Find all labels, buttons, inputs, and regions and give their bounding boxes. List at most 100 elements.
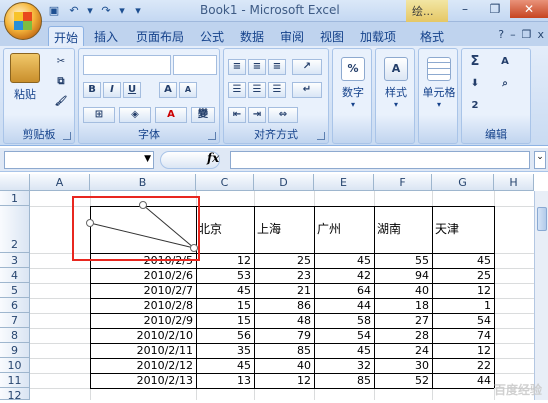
tab-page-layout[interactable]: 页面布局 [130,26,190,46]
value-cell[interactable]: 12 [432,343,494,358]
borders-button[interactable]: ⊞ [83,107,115,123]
clear-button[interactable]: 2 [466,99,484,115]
tab-review[interactable]: 审阅 [276,26,308,46]
row-header-7[interactable]: 7 [0,313,30,328]
autosum-button[interactable]: Σ [466,55,484,71]
cells-button[interactable]: 单元格 ▾ [419,57,459,109]
value-cell[interactable]: 13 [196,373,254,388]
phonetic-button[interactable]: 變 [191,107,215,123]
row-header-8[interactable]: 8 [0,328,30,343]
value-cell[interactable]: 35 [196,343,254,358]
redo-icon[interactable]: ↷ [98,3,114,18]
header-cell-shanghai[interactable]: 上海 [257,222,281,237]
value-cell[interactable]: 32 [314,358,374,373]
date-cell[interactable]: 2010/2/9 [90,313,196,328]
value-cell[interactable]: 40 [254,358,314,373]
col-header-h[interactable]: H [494,174,534,191]
font-name-select[interactable] [83,55,171,75]
styles-button[interactable]: A 样式 ▾ [379,57,413,109]
col-header-a[interactable]: A [30,174,90,191]
vertical-scrollbar[interactable] [534,191,548,400]
align-left-button[interactable]: ☰ [228,82,246,98]
value-cell[interactable]: 45 [196,358,254,373]
value-cell[interactable]: 52 [374,373,432,388]
ribbon-close-button[interactable]: x [537,28,544,41]
orientation-button[interactable]: ↗ [292,59,322,75]
align-bottom-button[interactable]: ≡ [268,59,286,75]
value-cell[interactable]: 23 [254,268,314,283]
minimize-button[interactable]: – [450,0,480,18]
undo-dropdown-icon[interactable]: ▾ [86,3,94,18]
value-cell[interactable]: 25 [254,253,314,268]
undo-icon[interactable]: ↶ [66,3,82,18]
date-cell[interactable]: 2010/2/12 [90,358,196,373]
col-header-b[interactable]: B [90,174,196,191]
insert-function-icon[interactable]: fx [207,151,219,165]
value-cell[interactable]: 44 [432,373,494,388]
scrollbar-thumb[interactable] [537,207,547,231]
header-cell-hunan[interactable]: 湖南 [377,222,401,237]
value-cell[interactable]: 42 [314,268,374,283]
value-cell[interactable]: 15 [196,313,254,328]
value-cell[interactable]: 18 [374,298,432,313]
ribbon-restore-button[interactable]: ❐ [522,28,532,41]
fill-button[interactable]: ⬇ [466,77,484,93]
name-box[interactable]: ▼ [4,151,154,169]
number-format-button[interactable]: % 数字 ▾ [336,57,370,109]
value-cell[interactable]: 27 [374,313,432,328]
align-middle-button[interactable]: ≡ [248,59,266,75]
date-cell[interactable]: 2010/2/10 [90,328,196,343]
value-cell[interactable]: 45 [314,253,374,268]
row-header-11[interactable]: 11 [0,373,30,388]
value-cell[interactable]: 12 [196,253,254,268]
value-cell[interactable]: 86 [254,298,314,313]
value-cell[interactable]: 24 [374,343,432,358]
drawing-tools-context-tab[interactable]: 绘... [406,0,448,22]
value-cell[interactable]: 45 [432,253,494,268]
value-cell[interactable]: 45 [196,283,254,298]
date-cell[interactable]: 2010/2/13 [90,373,196,388]
underline-button[interactable]: U [123,82,141,98]
value-cell[interactable]: 58 [314,313,374,328]
decrease-indent-button[interactable]: ⇤ [228,107,246,123]
customize-qat-icon[interactable]: ▾ [130,3,146,18]
value-cell[interactable]: 22 [432,358,494,373]
row-header-1[interactable]: 1 [0,191,30,206]
alignment-launcher-icon[interactable] [317,132,325,140]
formula-input[interactable] [230,151,530,169]
col-header-c[interactable]: C [196,174,254,191]
grow-font-button[interactable]: A [159,82,177,98]
date-cell[interactable]: 2010/2/7 [90,283,196,298]
font-launcher-icon[interactable] [208,132,216,140]
increase-indent-button[interactable]: ⇥ [248,107,266,123]
value-cell[interactable]: 48 [254,313,314,328]
bold-button[interactable]: B [83,82,101,98]
row-header-9[interactable]: 9 [0,343,30,358]
value-cell[interactable]: 44 [314,298,374,313]
date-cell[interactable]: 2010/2/8 [90,298,196,313]
tab-insert[interactable]: 插入 [90,26,122,46]
paste-button[interactable]: 粘贴 [8,53,42,102]
clipboard-launcher-icon[interactable] [63,132,71,140]
value-cell[interactable]: 45 [314,343,374,358]
row-header-12[interactable]: 12 [0,388,30,402]
header-cell-beijing[interactable]: 北京 [198,222,222,237]
row-header-4[interactable]: 4 [0,268,30,283]
cut-icon[interactable]: ✂ [52,55,70,71]
col-header-g[interactable]: G [432,174,494,191]
format-painter-icon[interactable]: 🖌 [52,95,70,111]
wrap-text-button[interactable]: ↵ [292,82,322,98]
row-header-6[interactable]: 6 [0,298,30,313]
value-cell[interactable]: 94 [374,268,432,283]
value-cell[interactable]: 1 [432,298,494,313]
value-cell[interactable]: 28 [374,328,432,343]
value-cell[interactable]: 12 [432,283,494,298]
col-header-e[interactable]: E [314,174,374,191]
col-header-d[interactable]: D [254,174,314,191]
tab-view[interactable]: 视图 [316,26,348,46]
value-cell[interactable]: 30 [374,358,432,373]
font-color-button[interactable]: A [155,107,187,123]
value-cell[interactable]: 21 [254,283,314,298]
help-icon[interactable]: ? [498,28,504,41]
tab-format[interactable]: 格式 [416,26,448,46]
